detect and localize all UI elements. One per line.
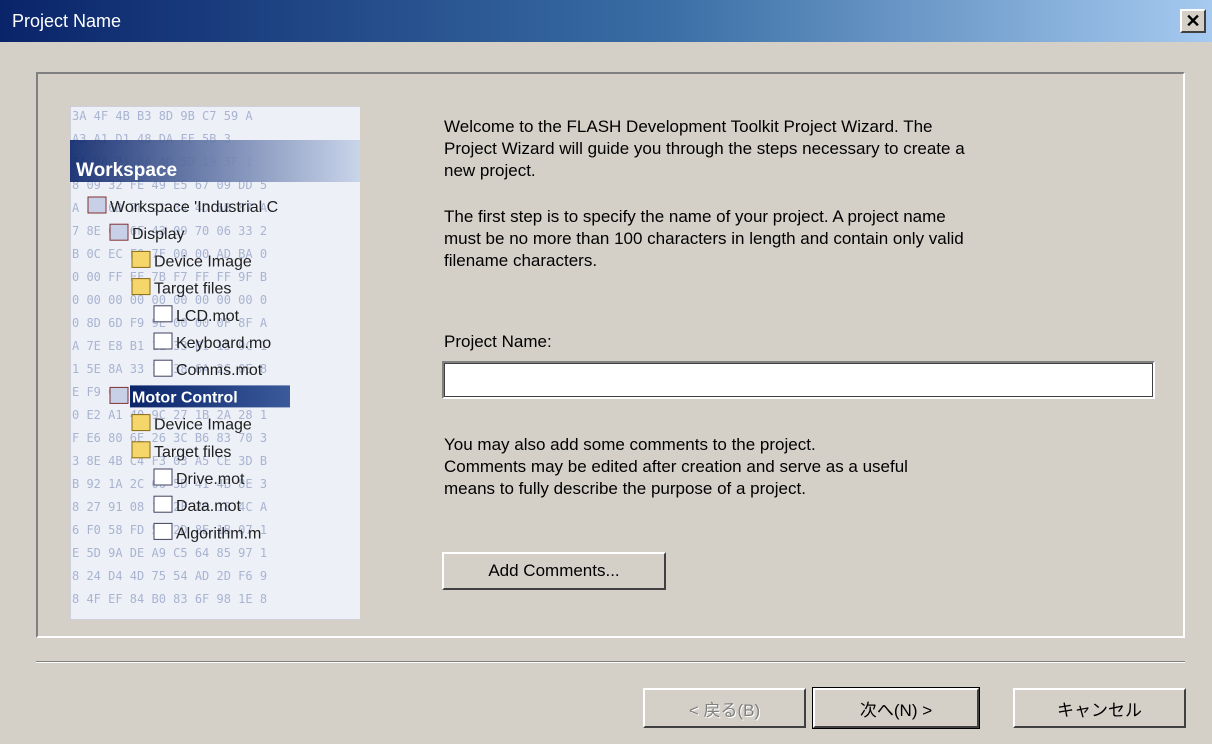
hex-dump-row: E 5D 9A DE A9 C5 64 85 97 1: [72, 546, 267, 560]
project-icon: [109, 223, 129, 241]
file-icon: [153, 332, 173, 350]
tree-item-label: Display: [132, 226, 184, 243]
file-icon: [153, 305, 173, 323]
comments-text: You may also add some comments to the pr…: [444, 435, 908, 498]
project-name-input[interactable]: [442, 361, 1155, 399]
folder-icon: [131, 414, 151, 432]
back-button[interactable]: < 戻る(B): [643, 688, 806, 728]
workspace-header: Workspace: [76, 160, 177, 181]
file-icon: [153, 468, 173, 486]
title-bar: Project Name ✕: [0, 0, 1212, 42]
file-icon: [153, 359, 173, 377]
project-icon: [87, 196, 107, 214]
tree-item-label: Drive.mot: [176, 471, 245, 488]
hex-dump-row: 8 4F EF 84 B0 83 6F 98 1E 8: [72, 592, 267, 606]
folder-icon: [131, 250, 151, 268]
next-button[interactable]: 次へ(N) >: [812, 687, 980, 729]
tree-item-label: Motor Control: [132, 389, 238, 406]
hex-dump-row: 8 24 D4 4D 75 54 AD 2D F6 9: [72, 569, 267, 583]
tree-item-label: Keyboard.mo: [176, 335, 271, 352]
tree-item-label: Device Image: [154, 253, 252, 270]
tree-item-label: Workspace 'Industrial C: [110, 199, 278, 216]
folder-icon: [131, 278, 151, 296]
cancel-button[interactable]: キャンセル: [1013, 688, 1186, 728]
project-name-label: Project Name:: [444, 332, 552, 351]
window-title: Project Name: [12, 10, 122, 31]
tree-item-label: Target files: [154, 444, 231, 461]
tree-item-label: LCD.mot: [176, 308, 240, 325]
name-instructions: The first step is to specify the name of…: [444, 207, 964, 270]
tree-item-label: Comms.mot: [176, 362, 263, 379]
tree-item-label: Target files: [154, 281, 231, 298]
tree-item-label: Data.mot: [176, 498, 241, 515]
welcome-text: Welcome to the FLASH Development Toolkit…: [444, 117, 965, 180]
file-icon: [153, 495, 173, 513]
close-icon: ✕: [1185, 11, 1201, 31]
wizard-content-panel: 3A 4F 4B B3 8D 9B C7 59 A A3 A1 D1 48 DA …: [36, 72, 1185, 638]
tree-item-label: Device Image: [154, 417, 252, 434]
add-comments-button[interactable]: Add Comments...: [442, 552, 666, 590]
workspace-illustration: 3A 4F 4B B3 8D 9B C7 59 AA3 A1 D1 48 DA …: [70, 106, 364, 620]
file-icon: [153, 522, 173, 540]
folder-icon: [131, 441, 151, 459]
project-icon: [109, 386, 129, 404]
separator: [36, 661, 1185, 663]
hex-dump-row: 3A 4F 4B B3 8D 9B C7 59 A: [72, 109, 253, 123]
close-button[interactable]: ✕: [1180, 9, 1206, 33]
tree-item-label: Algorithm.m: [176, 525, 261, 542]
